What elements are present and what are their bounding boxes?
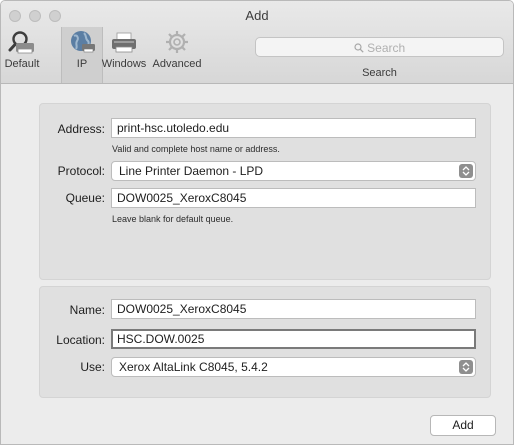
toolbar-windows[interactable]: Windows <box>97 27 151 83</box>
protocol-label: Protocol: <box>57 164 105 178</box>
gear-icon <box>166 31 188 53</box>
name-field[interactable]: DOW0025_XeroxC8045 <box>111 299 476 319</box>
queue-hint: Leave blank for default queue. <box>112 214 234 224</box>
location-field[interactable]: HSC.DOW.0025 <box>111 329 476 349</box>
titlebar-toolbar: Add Default IP Windows Advanced Search S… <box>1 1 513 84</box>
use-value: Xerox AltaLink C8045, 5.4.2 <box>119 360 268 374</box>
toolbar-default[interactable]: Default <box>3 27 41 83</box>
default-printer-icon <box>8 31 34 54</box>
queue-field[interactable]: DOW0025_XeroxC8045 <box>111 188 476 208</box>
address-hint: Valid and complete host name or address. <box>112 144 280 154</box>
search-caption: Search <box>362 67 397 79</box>
toolbar-default-label: Default <box>4 58 40 70</box>
search-field[interactable]: Search <box>255 37 504 57</box>
search-icon <box>354 43 364 53</box>
windows-printer-icon <box>112 32 136 53</box>
search-placeholder: Search <box>367 41 406 55</box>
toolbar-ip-label: IP <box>76 58 88 70</box>
protocol-value: Line Printer Daemon - LPD <box>119 164 264 178</box>
toolbar-windows-label: Windows <box>101 58 147 70</box>
chevron-updown-icon <box>459 360 473 374</box>
add-button[interactable]: Add <box>430 415 496 436</box>
location-label: Location: <box>56 333 105 347</box>
queue-label: Queue: <box>65 191 105 205</box>
chevron-updown-icon <box>459 164 473 178</box>
toolbar-advanced[interactable]: Advanced <box>151 27 203 83</box>
address-field[interactable]: print-hsc.utoledo.edu <box>111 118 476 138</box>
toolbar-advanced-label: Advanced <box>152 58 202 70</box>
window-title: Add <box>245 8 269 23</box>
add-printer-window: Add Default IP Windows Advanced Search S… <box>0 0 514 445</box>
name-label: Name: <box>69 303 105 317</box>
protocol-popup[interactable]: Line Printer Daemon - LPD <box>111 161 476 181</box>
address-label: Address: <box>57 122 105 136</box>
use-label: Use: <box>80 360 105 374</box>
use-popup[interactable]: Xerox AltaLink C8045, 5.4.2 <box>111 357 476 377</box>
globe-icon <box>71 31 95 53</box>
